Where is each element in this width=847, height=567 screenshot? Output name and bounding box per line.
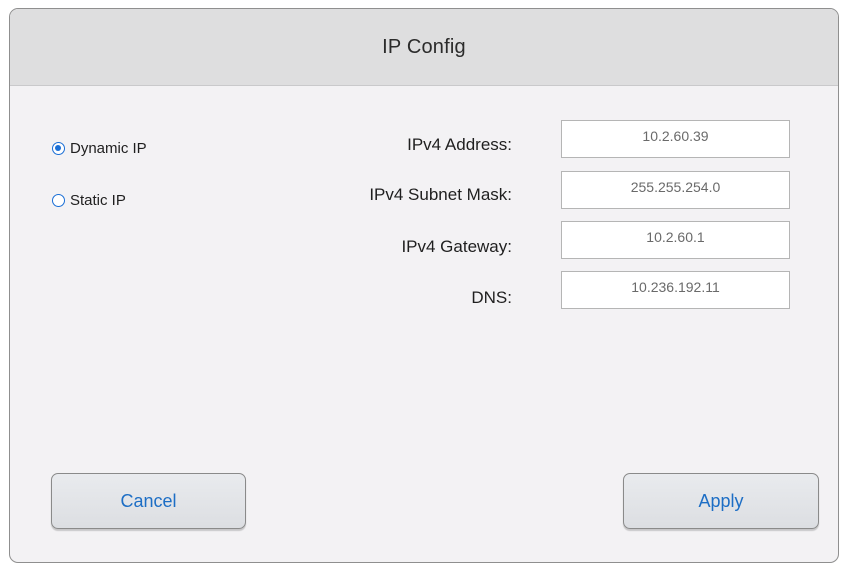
dns-label: DNS: [471, 288, 512, 307]
ipv4-gateway-field[interactable] [561, 221, 790, 259]
ipv4-address-label: IPv4 Address: [407, 135, 512, 154]
ipv4-gateway-label: IPv4 Gateway: [401, 237, 512, 256]
cancel-button[interactable]: Cancel [51, 473, 246, 529]
static-ip-radio[interactable]: Static IP [52, 192, 126, 209]
dns-field[interactable] [561, 271, 790, 309]
static-ip-label[interactable]: Static IP [70, 192, 126, 209]
ipv4-address-field[interactable] [561, 120, 790, 158]
ipv4-subnet-mask-label: IPv4 Subnet Mask: [369, 185, 512, 204]
dynamic-ip-radio[interactable]: Dynamic IP [52, 140, 147, 157]
radio-selected-icon[interactable] [52, 142, 65, 155]
dialog-title: IP Config [382, 35, 466, 58]
ip-config-dialog: IP Config Dynamic IP Static IP IPv4 Addr… [9, 8, 839, 563]
apply-button[interactable]: Apply [623, 473, 819, 529]
radio-unselected-icon[interactable] [52, 194, 65, 207]
dialog-header: IP Config [10, 9, 838, 86]
dynamic-ip-label[interactable]: Dynamic IP [70, 140, 147, 157]
ipv4-subnet-mask-field[interactable] [561, 171, 790, 209]
